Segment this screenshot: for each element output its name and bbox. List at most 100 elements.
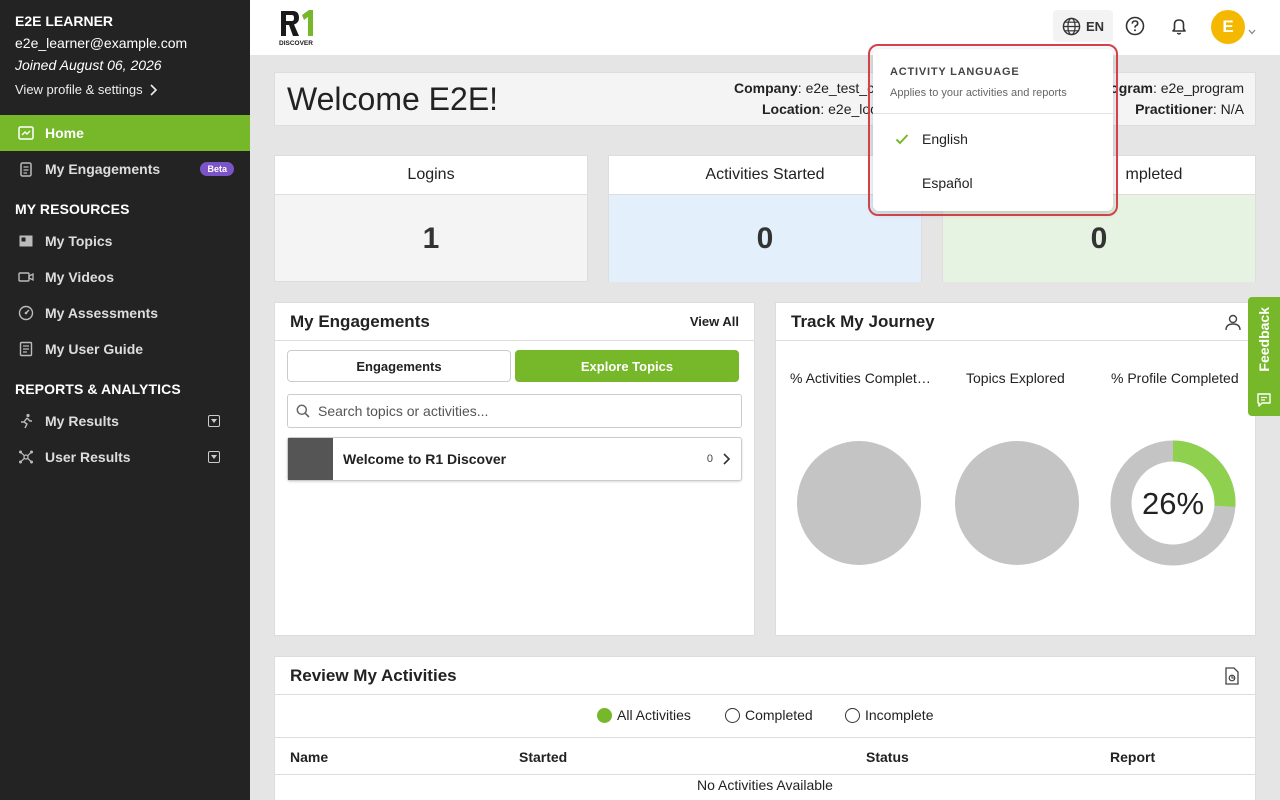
option-label: Español xyxy=(922,175,973,191)
chart-label-topics: Topics Explored xyxy=(966,370,1065,386)
practitioner-label: Practitioner xyxy=(1135,101,1213,117)
chevron-down-icon[interactable] xyxy=(1248,28,1256,36)
activities-pie xyxy=(797,441,921,565)
user-joined-date: Joined August 06, 2026 xyxy=(15,57,162,73)
beta-badge: Beta xyxy=(200,162,234,176)
r1-discover-logo[interactable]: DISCOVER xyxy=(279,9,315,47)
clipboard-icon xyxy=(18,161,34,177)
topics-pie xyxy=(955,441,1079,565)
page-title: Welcome E2E! xyxy=(287,81,499,117)
sidebar-item-topics[interactable]: My Topics xyxy=(0,223,250,259)
language-option-espanol[interactable]: Español xyxy=(873,165,1113,201)
sidebar-item-my-results[interactable]: My Results xyxy=(0,403,250,439)
chevron-right-icon xyxy=(723,453,731,465)
company-value: e2e_test_c xyxy=(805,80,875,96)
engagement-thumbnail xyxy=(288,438,333,480)
logo-wordmark: DISCOVER xyxy=(279,40,313,47)
user-email: e2e_learner@example.com xyxy=(15,35,188,51)
engagement-count: 0 xyxy=(706,453,713,465)
panel-title: My Engagements xyxy=(290,311,430,331)
running-person-icon xyxy=(18,413,34,429)
search-box xyxy=(287,394,742,428)
stat-card-logins: Logins 1 xyxy=(274,155,588,282)
sidebar-item-home[interactable]: Home xyxy=(0,115,250,151)
filter-incomplete[interactable]: Incomplete xyxy=(845,707,933,723)
language-code: EN xyxy=(1085,18,1105,34)
topics-icon xyxy=(18,233,34,249)
top-bar: DISCOVER EN E xyxy=(250,0,1280,55)
search-input[interactable] xyxy=(318,403,718,419)
expand-caret-icon[interactable] xyxy=(208,451,220,463)
sidebar-item-engagements[interactable]: My Engagements Beta xyxy=(0,151,250,187)
dropdown-subtitle: Applies to your activities and reports xyxy=(890,87,1067,99)
stat-value: 1 xyxy=(422,221,440,255)
column-header-status: Status xyxy=(866,749,909,765)
company-label: Company xyxy=(734,80,798,96)
program-info: ogram: e2e_program xyxy=(1110,80,1244,96)
stat-title: Logins xyxy=(275,156,587,195)
program-value: e2e_program xyxy=(1160,80,1244,96)
dashboard-icon xyxy=(18,125,34,141)
sidebar-item-videos[interactable]: My Videos xyxy=(0,259,250,295)
export-report-icon[interactable] xyxy=(1224,666,1240,685)
language-option-english[interactable]: English xyxy=(873,121,1113,157)
profile-settings-label: View profile & settings xyxy=(15,82,143,97)
sidebar-item-label: User Results xyxy=(45,449,131,465)
section-heading-reports: REPORTS & ANALYTICS xyxy=(15,381,181,397)
location-info: Location: e2e_loc xyxy=(762,101,878,117)
dropdown-title: ACTIVITY LANGUAGE xyxy=(890,66,1020,78)
sidebar-item-label: My Assessments xyxy=(45,305,159,321)
tab-explore-topics[interactable]: Explore Topics xyxy=(515,350,739,382)
help-icon[interactable] xyxy=(1125,16,1145,36)
sidebar-item-user-guide[interactable]: My User Guide xyxy=(0,331,250,367)
checkmark-icon xyxy=(895,134,909,145)
filter-completed[interactable]: Completed xyxy=(725,707,813,723)
journey-panel: Track My Journey % Activities Complet… T… xyxy=(775,302,1256,636)
view-all-link[interactable]: View All xyxy=(690,314,739,329)
filter-all-activities[interactable]: All Activities xyxy=(597,707,691,723)
section-heading-resources: MY RESOURCES xyxy=(15,201,130,217)
globe-icon xyxy=(1062,17,1081,35)
panel-title: Track My Journey xyxy=(791,311,935,331)
bell-icon[interactable] xyxy=(1169,16,1189,36)
gauge-icon xyxy=(18,305,34,321)
divider xyxy=(275,737,1255,738)
location-value: e2e_loc xyxy=(828,101,878,117)
user-block: E2E LEARNER e2e_learner@example.com Join… xyxy=(0,0,250,97)
filter-label: All Activities xyxy=(617,707,691,723)
feedback-label: Feedback xyxy=(1256,307,1272,372)
radio-empty-icon xyxy=(845,707,860,723)
chat-bubble-icon xyxy=(1257,393,1271,407)
user-name: E2E LEARNER xyxy=(15,13,114,29)
language-button[interactable]: EN xyxy=(1053,10,1113,42)
empty-table-message: No Activities Available xyxy=(697,777,833,793)
donut-percent-label: 26% xyxy=(1142,486,1204,521)
panel-heading: My Engagements View All xyxy=(275,303,754,341)
panel-title: Review My Activities xyxy=(290,665,457,685)
chart-label-profile: % Profile Completed xyxy=(1111,370,1239,386)
list-item[interactable]: Welcome to R1 Discover 0 xyxy=(287,437,742,481)
sidebar-item-user-results[interactable]: User Results xyxy=(0,439,250,475)
radio-empty-icon xyxy=(725,707,740,723)
expand-caret-icon[interactable] xyxy=(208,415,220,427)
video-camera-icon xyxy=(18,269,34,285)
column-header-started: Started xyxy=(519,749,568,765)
practitioner-value: N/A xyxy=(1220,101,1244,117)
book-icon xyxy=(18,341,34,357)
profile-settings-link[interactable]: View profile & settings xyxy=(15,82,235,97)
avatar[interactable]: E xyxy=(1211,10,1245,44)
activities-panel: Review My Activities All Activities Comp… xyxy=(274,656,1256,800)
sidebar-item-label: My Topics xyxy=(45,233,113,249)
sidebar-item-assessments[interactable]: My Assessments xyxy=(0,295,250,331)
search-icon xyxy=(296,404,310,418)
sidebar: E2E LEARNER e2e_learner@example.com Join… xyxy=(0,0,250,800)
chart-label-activities: % Activities Complet… xyxy=(790,370,931,386)
sidebar-item-label: My Videos xyxy=(45,269,114,285)
network-icon xyxy=(18,449,34,465)
user-icon[interactable] xyxy=(1224,313,1242,331)
tab-engagements[interactable]: Engagements xyxy=(287,350,511,382)
program-label: ogram xyxy=(1110,80,1153,96)
feedback-tab[interactable]: Feedback xyxy=(1248,297,1280,416)
panel-heading: Review My Activities xyxy=(275,657,1255,695)
panel-heading: Track My Journey xyxy=(776,303,1255,341)
